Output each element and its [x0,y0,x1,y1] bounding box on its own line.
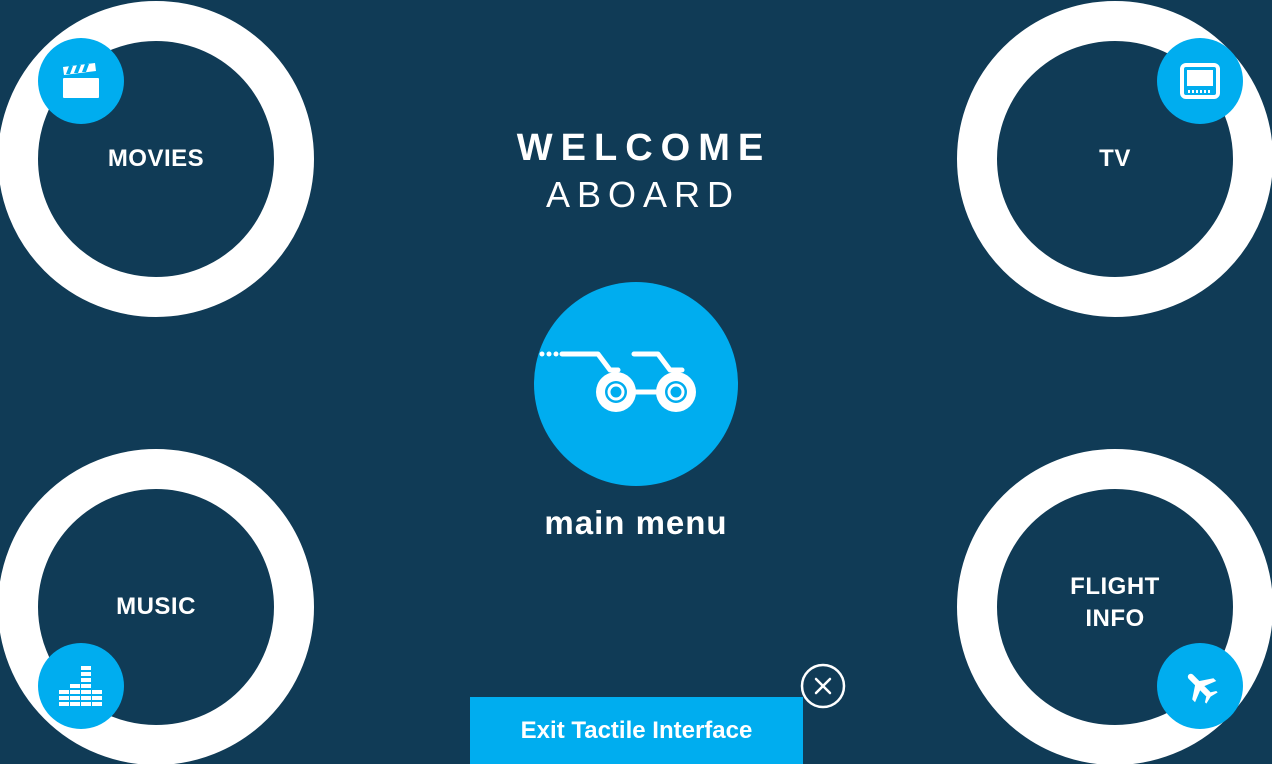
close-icon[interactable] [800,663,846,709]
equalizer-icon[interactable] [38,643,124,729]
main-menu-label: main menu [544,504,728,541]
music-button[interactable]: MUSIC [0,449,314,764]
exit-tactile-interface-button[interactable]: Exit Tactile Interface [470,697,803,764]
music-label: MUSIC [116,593,196,620]
binoculars-icon [539,351,696,412]
flight-info-label: FLIGHT INFO [997,571,1233,635]
tactile-home-screen: MOVIES TV MUSIC FLIGHT INFO WELCOME ABOA… [0,0,1272,764]
tv-label: TV [1099,145,1131,172]
flight-info-label-line1: FLIGHT [1070,573,1160,600]
airplane-icon[interactable] [1157,643,1243,729]
welcome-subtitle: ABOARD [545,174,741,215]
main-menu-button[interactable] [534,282,738,486]
flight-info-label-line2: INFO [1085,605,1145,632]
tv-icon[interactable] [1157,38,1243,124]
clapperboard-icon[interactable] [38,38,124,124]
movies-label: MOVIES [107,145,205,172]
movies-button[interactable]: MOVIES [0,1,314,317]
welcome-title: WELCOME [516,127,772,169]
